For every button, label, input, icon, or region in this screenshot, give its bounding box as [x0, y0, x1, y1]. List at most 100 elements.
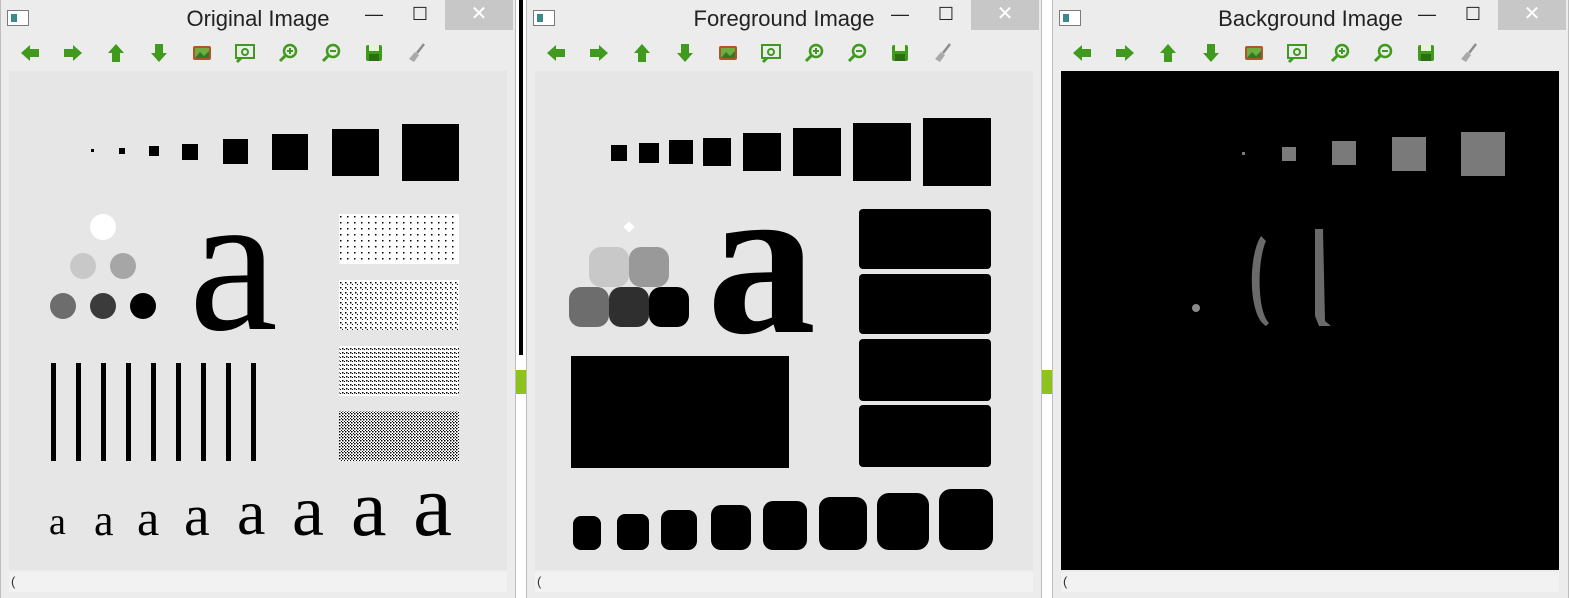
square	[119, 148, 125, 154]
bar	[226, 363, 231, 461]
minimize-button[interactable]: —	[877, 0, 923, 30]
blob	[763, 501, 807, 550]
blob	[649, 287, 689, 327]
save-icon[interactable]	[889, 42, 917, 70]
circle	[130, 293, 156, 319]
image-canvas[interactable]: a	[535, 71, 1033, 570]
zoom-fit-icon[interactable]	[760, 42, 788, 70]
close-button[interactable]: ✕	[971, 0, 1039, 30]
big-letter: a	[189, 152, 278, 373]
blob	[877, 493, 929, 550]
bar	[201, 363, 206, 461]
bar	[101, 363, 106, 461]
bar	[126, 363, 131, 461]
bar	[176, 363, 181, 461]
clear-brush-icon[interactable]	[406, 42, 434, 70]
square	[639, 143, 659, 163]
square	[611, 145, 627, 161]
background-image	[1192, 132, 1505, 326]
clear-brush-icon[interactable]	[1458, 42, 1486, 70]
small-letter: a	[94, 496, 114, 545]
blob	[819, 497, 867, 550]
square	[332, 129, 379, 176]
close-button[interactable]: ✕	[1498, 0, 1566, 30]
filled-rectangle	[859, 274, 991, 334]
blob	[569, 287, 609, 327]
bar	[76, 363, 81, 461]
arrow-down-icon[interactable]	[674, 42, 702, 70]
small-letter: a	[292, 471, 324, 551]
blob	[589, 247, 629, 287]
square	[1461, 132, 1505, 176]
background-window-edge	[519, 0, 523, 355]
arrow-down-icon[interactable]	[1200, 42, 1228, 70]
arrow-up-icon[interactable]	[631, 42, 659, 70]
title-bar[interactable]: Original Image — ☐ ✕	[1, 0, 515, 38]
clear-brush-icon[interactable]	[932, 42, 960, 70]
zoom-in-icon[interactable]	[277, 42, 305, 70]
blob	[609, 287, 649, 327]
arrow-right-icon[interactable]	[62, 42, 90, 70]
foreground-image-window: Foreground Image — ☐ ✕ a (	[526, 0, 1042, 598]
image-canvas[interactable]	[1061, 71, 1559, 570]
arrow-left-icon[interactable]	[545, 42, 573, 70]
circle	[50, 293, 76, 319]
title-bar[interactable]: Background Image — ☐ ✕	[1053, 0, 1568, 38]
circle	[110, 253, 136, 279]
image-icon[interactable]	[1243, 42, 1271, 70]
image-icon[interactable]	[717, 42, 745, 70]
big-letter: a	[707, 139, 816, 380]
minimize-button[interactable]: —	[1404, 0, 1450, 30]
square	[853, 123, 911, 181]
arrow-left-icon[interactable]	[19, 42, 47, 70]
arrow-right-icon[interactable]	[588, 42, 616, 70]
small-letter: a	[237, 477, 266, 548]
filled-rectangle	[859, 339, 991, 401]
status-bar: (	[535, 572, 1033, 592]
maximize-button[interactable]: ☐	[397, 0, 443, 30]
zoom-out-icon[interactable]	[320, 42, 348, 70]
filled-rectangle	[859, 209, 991, 269]
arrow-left-icon[interactable]	[1071, 42, 1099, 70]
save-icon[interactable]	[1415, 42, 1443, 70]
square	[402, 124, 459, 181]
zoom-in-icon[interactable]	[1329, 42, 1357, 70]
square	[1332, 141, 1356, 165]
close-button[interactable]: ✕	[445, 0, 513, 30]
blob	[629, 247, 669, 287]
filled-rectangle	[859, 405, 991, 467]
square	[1282, 147, 1296, 161]
bar	[51, 363, 56, 461]
arrow-up-icon[interactable]	[105, 42, 133, 70]
minimize-button[interactable]: —	[351, 0, 397, 30]
noise-rectangle	[339, 346, 459, 396]
zoom-out-icon[interactable]	[1372, 42, 1400, 70]
save-icon[interactable]	[363, 42, 391, 70]
zoom-fit-icon[interactable]	[1286, 42, 1314, 70]
image-icon[interactable]	[191, 42, 219, 70]
title-bar[interactable]: Foreground Image — ☐ ✕	[527, 0, 1041, 38]
small-letter: a	[184, 483, 210, 548]
blob	[939, 489, 993, 550]
arrow-up-icon[interactable]	[1157, 42, 1185, 70]
small-letter: a	[137, 490, 160, 546]
circle	[70, 253, 96, 279]
zoom-fit-icon[interactable]	[234, 42, 262, 70]
arrow-right-icon[interactable]	[1114, 42, 1142, 70]
zoom-in-icon[interactable]	[803, 42, 831, 70]
zoom-out-icon[interactable]	[846, 42, 874, 70]
residue	[1251, 236, 1269, 326]
small-letter: a	[49, 501, 66, 543]
image-canvas[interactable]: a a a a a a a a a	[9, 71, 507, 570]
noise-rectangle	[339, 280, 459, 330]
square	[669, 140, 693, 164]
bar	[151, 363, 156, 461]
residue	[1315, 229, 1331, 326]
maximize-button[interactable]: ☐	[1450, 0, 1496, 30]
arrow-down-icon[interactable]	[148, 42, 176, 70]
maximize-button[interactable]: ☐	[923, 0, 969, 30]
window-separator	[1042, 0, 1052, 598]
background-image-window: Background Image — ☐ ✕ (	[1052, 0, 1569, 598]
background-window-edge	[516, 370, 526, 394]
blob	[661, 510, 697, 550]
